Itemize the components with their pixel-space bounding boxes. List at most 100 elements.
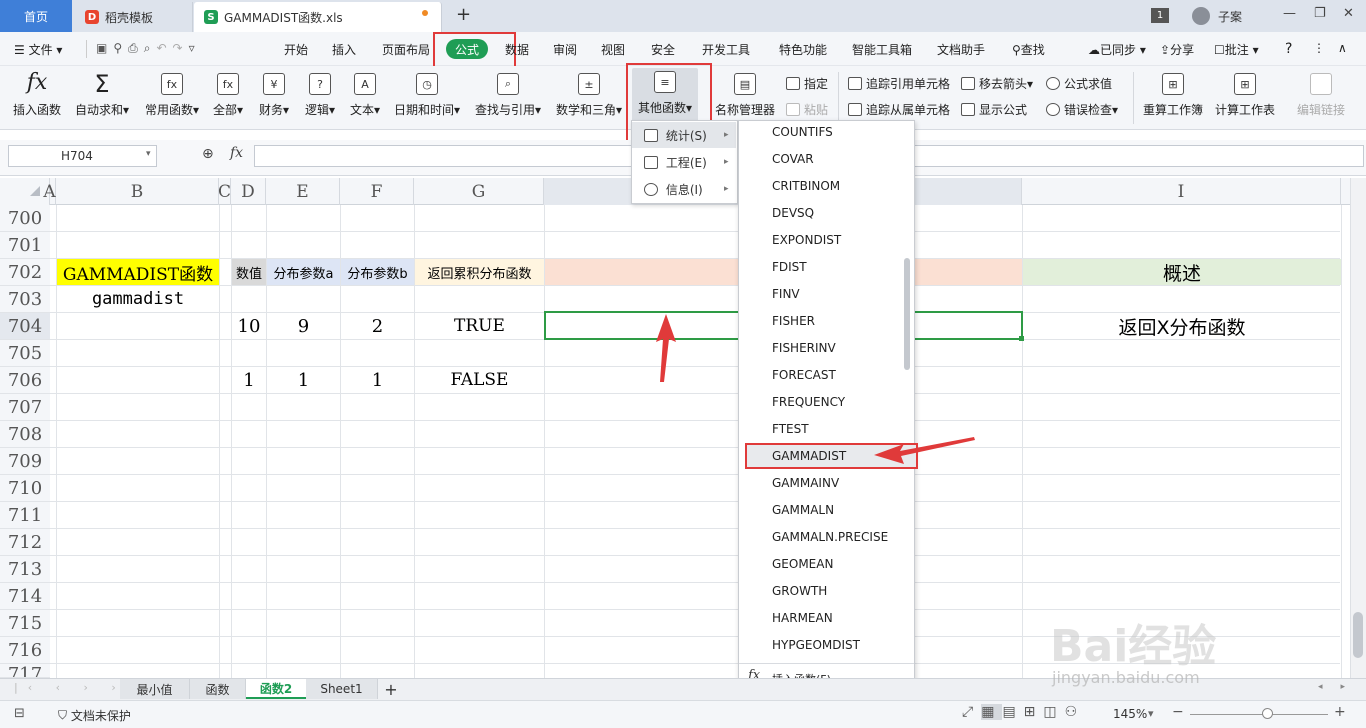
- col-header-b[interactable]: B: [56, 178, 219, 205]
- list-item[interactable]: GAMMALN: [772, 496, 834, 523]
- more-icon[interactable]: ⋮: [1313, 41, 1325, 55]
- common-functions-button[interactable]: fx 常用函数▾: [142, 70, 202, 126]
- cell-d702[interactable]: 数值: [232, 259, 266, 285]
- paste-name-button[interactable]: 粘贴: [786, 101, 828, 118]
- undo-icon[interactable]: ↶: [156, 41, 172, 55]
- autosum-button[interactable]: Σ 自动求和▾: [72, 70, 132, 126]
- close-icon[interactable]: ✕: [1343, 6, 1354, 21]
- cell-e702[interactable]: 分布参数a: [267, 259, 340, 285]
- list-item[interactable]: HYPGEOMDIST: [772, 631, 860, 658]
- show-formulas-button[interactable]: 显示公式: [961, 101, 1027, 118]
- menu-item-information[interactable]: 信息(I) ▸: [632, 176, 736, 202]
- sheet-tab[interactable]: Sheet1: [306, 679, 378, 699]
- name-box[interactable]: H704 ▾: [8, 145, 157, 167]
- tab-document[interactable]: S GAMMADIST函数.xls: [194, 2, 442, 32]
- zoom-slider-handle[interactable]: [1262, 708, 1273, 719]
- col-header-i[interactable]: I: [1022, 178, 1341, 205]
- list-item[interactable]: COUNTIFS: [772, 118, 833, 145]
- row-header[interactable]: 710: [0, 475, 50, 502]
- menu-page-layout[interactable]: 页面布局: [382, 41, 430, 58]
- page-count-badge[interactable]: 1: [1151, 8, 1169, 23]
- view-buttons[interactable]: ⤢▦▤⊞◫⚇: [962, 704, 1085, 720]
- list-item[interactable]: FORECAST: [772, 361, 836, 388]
- trace-precedents-button[interactable]: 追踪引用单元格: [848, 75, 950, 92]
- finance-button[interactable]: ¥ 财务▾: [256, 70, 292, 126]
- cell-b702[interactable]: GAMMADIST函数: [57, 259, 219, 285]
- col-header-f[interactable]: F: [340, 178, 414, 205]
- list-scrollbar-thumb[interactable]: [904, 258, 910, 370]
- view-mode-icon[interactable]: ⊟: [14, 706, 25, 721]
- hscroll-arrows[interactable]: ◂▸: [1318, 682, 1363, 692]
- col-header-e[interactable]: E: [266, 178, 340, 205]
- cell-d706[interactable]: 1: [232, 367, 266, 393]
- menu-data[interactable]: 数据: [505, 41, 529, 58]
- cell-g704[interactable]: TRUE: [415, 313, 544, 339]
- menu-insert[interactable]: 插入: [332, 41, 356, 58]
- preview-icon[interactable]: ⌕: [144, 41, 157, 55]
- error-check-button[interactable]: 错误检查 ▾: [1046, 101, 1118, 118]
- col-header-g[interactable]: G: [414, 178, 544, 205]
- list-item[interactable]: FREQUENCY: [772, 388, 845, 415]
- menu-review[interactable]: 审阅: [553, 41, 577, 58]
- menu-toolbox[interactable]: 智能工具箱: [852, 41, 912, 58]
- list-item[interactable]: GROWTH: [772, 577, 827, 604]
- sheet-tab[interactable]: 函数: [190, 679, 246, 699]
- trace-dependents-button[interactable]: 追踪从属单元格: [848, 101, 950, 118]
- lookup-button[interactable]: ⌕ 查找与引用▾: [472, 70, 544, 126]
- list-item[interactable]: HARMEAN: [772, 604, 833, 631]
- list-item[interactable]: COVAR: [772, 145, 814, 172]
- name-manager-button[interactable]: ▤ 名称管理器: [714, 70, 776, 126]
- menu-features[interactable]: 特色功能: [779, 41, 827, 58]
- cell-f706[interactable]: 1: [341, 367, 414, 393]
- row-header[interactable]: 711: [0, 502, 50, 529]
- row-header[interactable]: 704: [0, 313, 50, 340]
- all-functions-button[interactable]: fx 全部▾: [210, 70, 246, 126]
- insert-function-button[interactable]: fx 插入函数: [10, 70, 64, 126]
- list-item[interactable]: FISHER: [772, 307, 815, 334]
- share-button[interactable]: ⇪分享: [1160, 41, 1194, 58]
- row-header[interactable]: 709: [0, 448, 50, 475]
- row-header[interactable]: 714: [0, 583, 50, 610]
- print-icon[interactable]: ⎙: [128, 41, 144, 55]
- row-header[interactable]: 700: [0, 205, 50, 232]
- add-sheet-button[interactable]: +: [380, 679, 402, 699]
- collapse-ribbon-icon[interactable]: ∧: [1338, 41, 1347, 55]
- list-item[interactable]: EXPONDIST: [772, 226, 841, 253]
- menu-start[interactable]: 开始: [284, 41, 308, 58]
- protect-status[interactable]: ⛉ 文档未保护: [58, 707, 131, 724]
- cell-d704[interactable]: 10: [232, 313, 266, 339]
- zoom-icon[interactable]: ⊕: [202, 146, 214, 162]
- list-item[interactable]: FINV: [772, 280, 800, 307]
- define-name-button[interactable]: 指定: [786, 75, 828, 92]
- cell-i702[interactable]: 概述: [1023, 259, 1341, 285]
- zoom-dropdown-icon[interactable]: ▾: [1148, 707, 1154, 720]
- minimize-icon[interactable]: —: [1283, 6, 1296, 21]
- remove-arrows-button[interactable]: 移去箭头 ▾: [961, 75, 1033, 92]
- file-menu[interactable]: ☰ 文件 ▾: [14, 41, 62, 58]
- vertical-scrollbar[interactable]: [1350, 178, 1366, 678]
- recalc-workbook-button[interactable]: ⊞ 重算工作簿: [1142, 70, 1204, 126]
- tab-home[interactable]: 首页: [0, 0, 72, 32]
- zoom-out-icon[interactable]: −: [1172, 704, 1184, 720]
- row-header[interactable]: 702: [0, 259, 50, 286]
- menu-item-engineering[interactable]: 工程(E) ▸: [632, 149, 736, 175]
- new-tab-button[interactable]: +: [456, 4, 471, 25]
- save-icon[interactable]: ▣: [96, 41, 113, 55]
- row-header[interactable]: 717: [0, 664, 50, 678]
- zoom-level[interactable]: 145%: [1113, 707, 1147, 721]
- menu-view[interactable]: 视图: [601, 41, 625, 58]
- restore-icon[interactable]: ❐: [1314, 6, 1326, 21]
- quick-access-toolbar[interactable]: ▣⚲⎙⌕↶↷▿: [96, 41, 201, 56]
- list-item[interactable]: GAMMAINV: [772, 469, 839, 496]
- menu-doc-assistant[interactable]: 文档助手: [937, 41, 985, 58]
- list-item[interactable]: GEOMEAN: [772, 550, 833, 577]
- list-item[interactable]: FTEST: [772, 415, 809, 442]
- cell-i704[interactable]: 返回X分布函数: [1023, 313, 1341, 339]
- menu-developer[interactable]: 开发工具: [702, 41, 750, 58]
- cell-g702[interactable]: 返回累积分布函数: [415, 259, 544, 285]
- list-item[interactable]: FDIST: [772, 253, 807, 280]
- row-header[interactable]: 708: [0, 421, 50, 448]
- list-item[interactable]: FISHERINV: [772, 334, 836, 361]
- text-button[interactable]: A 文本▾: [347, 70, 383, 126]
- col-header-d[interactable]: D: [231, 178, 266, 205]
